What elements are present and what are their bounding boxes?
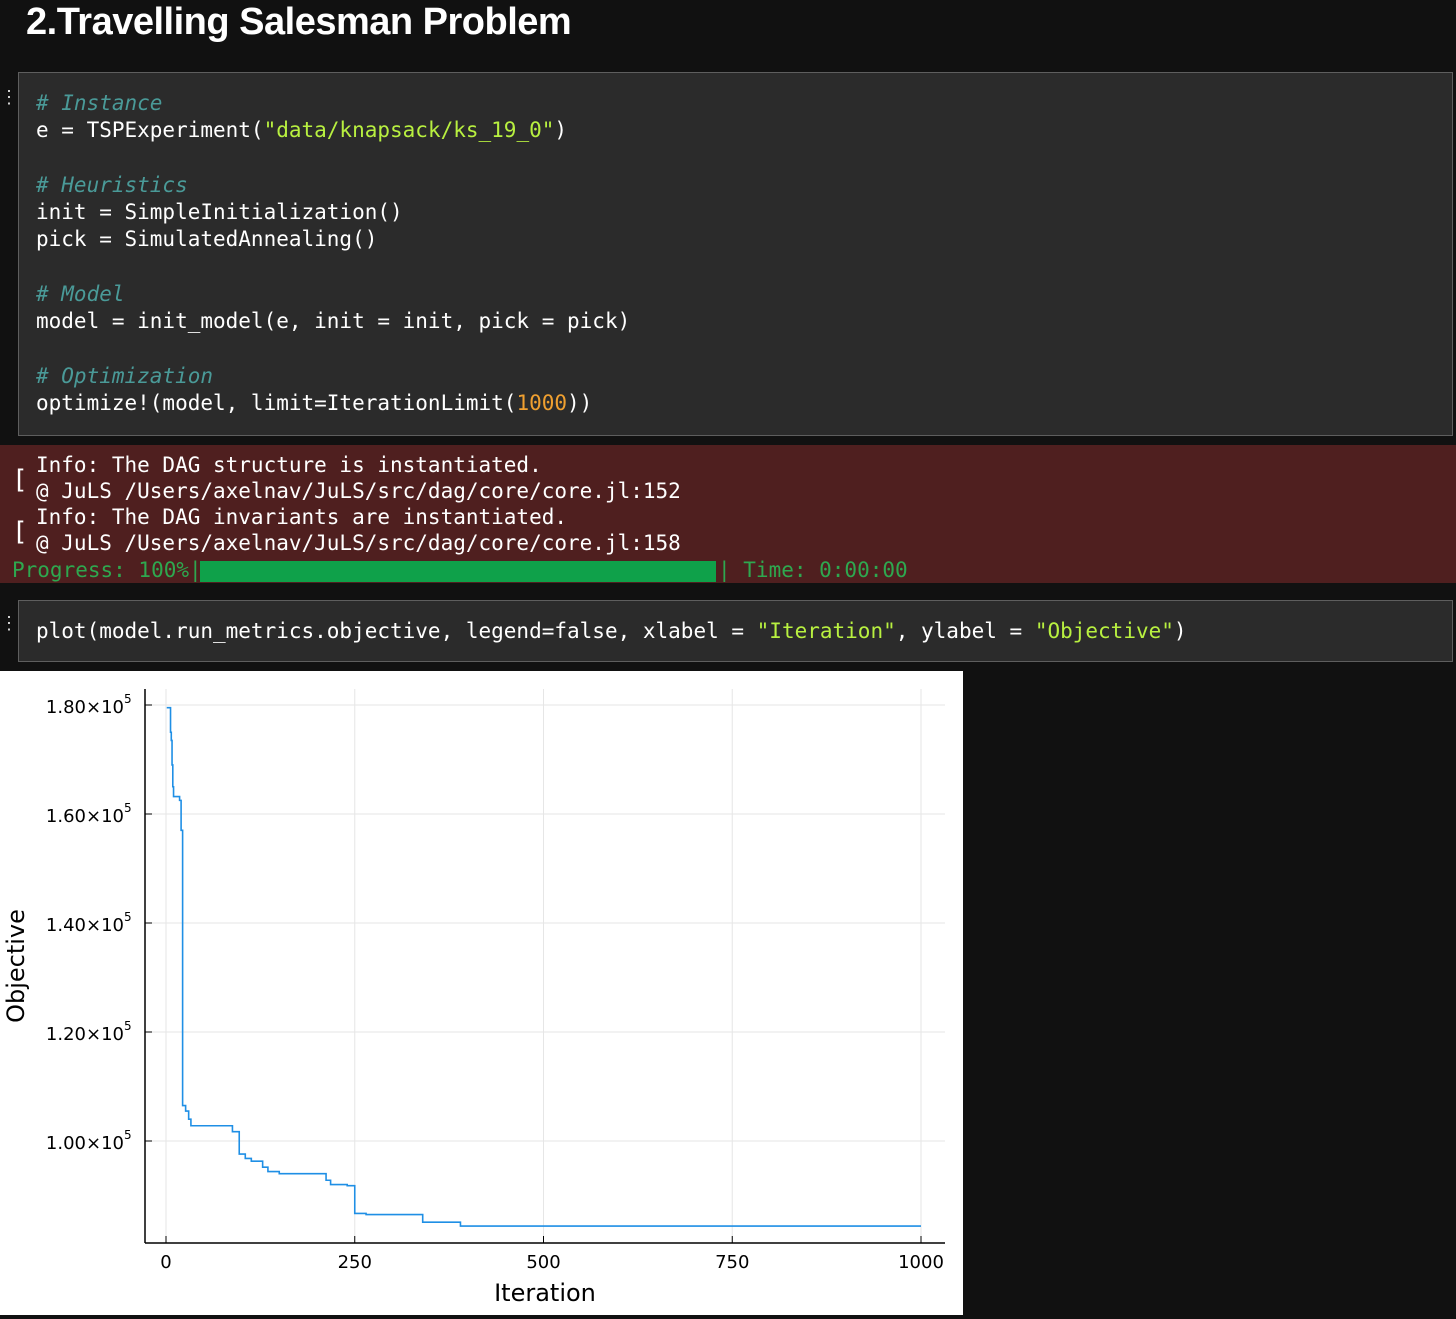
x-tick-label: 750 <box>715 1252 749 1273</box>
code-token: e = TSPExperiment( <box>36 118 264 143</box>
progress-label: Progress: 100%| <box>12 558 202 582</box>
code-token: pick = SimulatedAnnealing() <box>36 227 378 252</box>
y-tick-exponent: 5 <box>124 692 132 706</box>
code-line: # Heuristics <box>36 172 1452 199</box>
code-line: optimize!(model, limit=IterationLimit(10… <box>36 390 1452 417</box>
y-tick-label: 1.20×10 <box>46 1024 124 1045</box>
code-number: 1000 <box>516 391 568 416</box>
log-bracket: [ <box>12 465 28 495</box>
code-comment: # Optimization <box>36 363 214 388</box>
info-message: Info: The DAG structure is instantiated. <box>36 453 542 477</box>
code-string: "Objective" <box>1034 619 1174 643</box>
code-token: ) <box>1173 619 1187 643</box>
code-comment: # Instance <box>36 91 163 115</box>
y-tick-label: 1.80×10 <box>46 697 124 718</box>
code-line: # Instance <box>36 90 1452 117</box>
code-line: init = SimpleInitialization() <box>36 199 1452 226</box>
code-token: )) <box>567 391 593 416</box>
info-message: Info: The DAG invariants are instantiate… <box>36 505 568 529</box>
y-tick-label: 1.00×10 <box>46 1133 124 1154</box>
code-editor[interactable]: plot(model.run_metrics.objective, legend… <box>19 601 1452 645</box>
code-token: model = init_model(e, init = init, pick … <box>36 309 631 334</box>
code-token: , ylabel = <box>895 619 1035 643</box>
cell-prompt-marker: ⋮ <box>0 613 18 634</box>
code-line: pick = SimulatedAnnealing() <box>36 226 1452 253</box>
code-line: # Model <box>36 281 1452 308</box>
y-axis-label: Objective <box>2 909 30 1023</box>
log-bracket: [ <box>12 517 28 547</box>
x-tick-label: 1000 <box>898 1252 944 1273</box>
code-token: plot(model.run_metrics.objective, legend… <box>36 619 757 643</box>
code-line: model = init_model(e, init = init, pick … <box>36 308 1452 335</box>
info-location: @ JuLS /Users/axelnav/JuLS/src/dag/core/… <box>36 531 681 555</box>
y-tick-label: 1.40×10 <box>46 915 124 936</box>
y-tick-exponent: 5 <box>124 1019 132 1033</box>
code-line: e = TSPExperiment("data/knapsack/ks_19_0… <box>36 117 1452 144</box>
code-line: # Optimization <box>36 363 1452 390</box>
code-cell-plot[interactable]: plot(model.run_metrics.objective, legend… <box>18 600 1453 662</box>
info-location: @ JuLS /Users/axelnav/JuLS/src/dag/core/… <box>36 479 681 503</box>
code-line: plot(model.run_metrics.objective, legend… <box>36 618 1452 645</box>
code-comment: # Model <box>36 282 125 307</box>
code-cell-optimization[interactable]: # Instance e = TSPExperiment("data/knapsa… <box>18 72 1453 436</box>
cell-prompt-marker: ⋮ <box>0 87 18 108</box>
code-editor[interactable]: # Instance e = TSPExperiment("data/knapsa… <box>19 73 1452 418</box>
y-tick-exponent: 5 <box>124 801 132 815</box>
x-tick-label: 500 <box>526 1252 560 1273</box>
x-tick-label: 0 <box>160 1252 171 1273</box>
code-string: "Iteration" <box>756 619 896 643</box>
y-tick-label: 1.60×10 <box>46 806 124 827</box>
code-token: optimize!(model, limit=IterationLimit( <box>36 391 517 416</box>
code-string: "data/knapsack/ks_19_0" <box>263 118 555 143</box>
progress-time: | Time: 0:00:00 <box>718 558 908 582</box>
section-heading: 2.Travelling Salesman Problem <box>26 1 572 43</box>
y-tick-exponent: 5 <box>124 910 132 924</box>
code-token: init = SimpleInitialization() <box>36 200 403 225</box>
x-tick-label: 250 <box>338 1252 372 1273</box>
plot-output: 0 250 500 750 1000 1.00×10 5 1.20×10 5 1.40×10 5 1.… <box>0 671 963 1315</box>
x-axis-label: Iteration <box>494 1279 596 1307</box>
code-token: ) <box>554 118 568 143</box>
progress-bar-fill <box>200 561 716 582</box>
y-tick-exponent: 5 <box>124 1128 132 1142</box>
code-comment: # Heuristics <box>36 172 188 197</box>
objective-line-chart: 0 250 500 750 10001.00×10 51.20×10 51.40×10 51.… <box>2 689 945 1307</box>
